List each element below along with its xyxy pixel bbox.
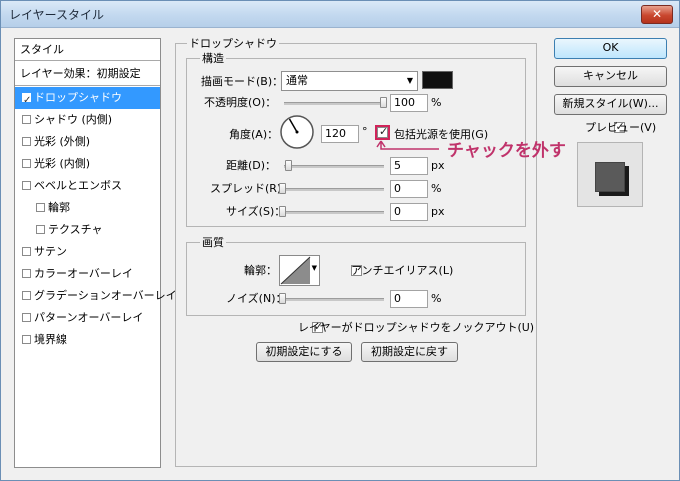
reset-default-button[interactable]: 初期設定に戻す bbox=[361, 342, 458, 362]
size-input[interactable]: 0 bbox=[390, 203, 428, 221]
shadow-color-swatch[interactable] bbox=[422, 71, 453, 89]
style-item-label: サテン bbox=[34, 245, 67, 258]
style-item[interactable]: テクスチャ bbox=[15, 219, 160, 241]
style-item[interactable]: 光彩 (内側) bbox=[15, 153, 160, 175]
style-item[interactable]: ベベルとエンボス bbox=[15, 175, 160, 197]
anti-alias-label[interactable]: アンチエイリアス(L) bbox=[351, 264, 453, 278]
blending-options-item[interactable]: レイヤー効果：初期設定 bbox=[15, 62, 160, 86]
opacity-input[interactable]: 100 bbox=[390, 94, 428, 112]
style-item-label: テクスチャ bbox=[48, 223, 103, 236]
make-default-button[interactable]: 初期設定にする bbox=[256, 342, 352, 362]
noise-unit: % bbox=[431, 292, 442, 305]
ok-button[interactable]: OK bbox=[554, 38, 667, 59]
noise-label: ノイズ(N)： bbox=[226, 292, 287, 305]
layer-style-dialog: レイヤースタイル ✕ スタイル レイヤー効果：初期設定 ドロップシャドウシャドウ… bbox=[0, 0, 680, 481]
spread-unit: % bbox=[431, 182, 442, 195]
preview-swatch bbox=[595, 162, 625, 192]
noise-slider[interactable] bbox=[279, 293, 384, 304]
quality-title: 画質 bbox=[200, 236, 226, 249]
style-item-label: パターンオーバーレイ bbox=[34, 311, 144, 324]
noise-slider-thumb[interactable] bbox=[279, 293, 286, 304]
style-item-checkbox[interactable] bbox=[22, 115, 31, 124]
style-item-checkbox[interactable] bbox=[22, 90, 31, 112]
angle-label: 角度(A)： bbox=[229, 128, 279, 141]
style-item[interactable]: グラデーションオーバーレイ bbox=[15, 285, 177, 307]
style-item-label: 光彩 (外側) bbox=[34, 135, 91, 148]
angle-unit: ° bbox=[362, 125, 368, 138]
cancel-button[interactable]: キャンセル bbox=[554, 66, 667, 87]
distance-input[interactable]: 5 bbox=[390, 157, 428, 175]
style-item-label: 境界線 bbox=[34, 333, 67, 346]
opacity-slider-thumb[interactable] bbox=[380, 97, 387, 108]
style-item[interactable]: 光彩 (外側) bbox=[15, 131, 160, 153]
style-item-checkbox[interactable] bbox=[22, 291, 31, 300]
style-item-label: 光彩 (内側) bbox=[34, 157, 91, 170]
distance-label: 距離(D)： bbox=[226, 159, 277, 172]
drop-shadow-group-title: ドロップシャドウ bbox=[187, 37, 279, 50]
spread-slider-thumb[interactable] bbox=[279, 183, 286, 194]
title-bar: レイヤースタイル ✕ bbox=[1, 1, 679, 28]
distance-unit: px bbox=[431, 159, 445, 172]
style-item-checkbox[interactable] bbox=[22, 313, 31, 322]
style-list-header[interactable]: スタイル bbox=[15, 39, 160, 61]
style-item-checkbox[interactable] bbox=[36, 225, 45, 234]
style-preview bbox=[577, 142, 643, 207]
style-item-checkbox[interactable] bbox=[22, 159, 31, 168]
size-unit: px bbox=[431, 205, 445, 218]
style-item-checkbox[interactable] bbox=[22, 137, 31, 146]
style-item-label: カラーオーバーレイ bbox=[34, 267, 133, 280]
contour-label: 輪郭： bbox=[244, 264, 277, 277]
style-item[interactable]: パターンオーバーレイ bbox=[15, 307, 160, 329]
angle-input[interactable]: 120 bbox=[321, 125, 359, 143]
style-item-checkbox[interactable] bbox=[22, 335, 31, 344]
contour-picker[interactable]: ▼ bbox=[279, 255, 320, 286]
style-item-checkbox[interactable] bbox=[22, 247, 31, 256]
style-item[interactable]: ドロップシャドウ bbox=[15, 87, 160, 112]
style-item-label: ベベルとエンボス bbox=[34, 179, 122, 192]
contour-curve-icon bbox=[280, 256, 311, 285]
spread-input[interactable]: 0 bbox=[390, 180, 428, 198]
knockout-label[interactable]: レイヤーがドロップシャドウをノックアウト(U) bbox=[298, 321, 534, 335]
blend-mode-select[interactable]: 通常 ▼ bbox=[281, 71, 418, 91]
angle-dial[interactable] bbox=[279, 114, 315, 150]
style-item[interactable]: 境界線 bbox=[15, 329, 160, 351]
blend-mode-label: 描画モード(B)： bbox=[201, 75, 284, 88]
global-light-checkbox[interactable] bbox=[377, 125, 388, 138]
opacity-unit: % bbox=[431, 96, 442, 109]
style-item-label: ドロップシャドウ bbox=[34, 91, 122, 104]
annotation-text: チャックを外す bbox=[447, 141, 566, 161]
style-item-checkbox[interactable] bbox=[22, 269, 31, 278]
distance-slider[interactable] bbox=[284, 160, 384, 171]
style-item-label: 輪郭 bbox=[48, 201, 70, 214]
contour-dropdown-icon[interactable]: ▼ bbox=[312, 264, 317, 272]
preview-label[interactable]: プレビュー(V) bbox=[585, 121, 656, 135]
size-slider[interactable] bbox=[279, 206, 384, 217]
style-item[interactable]: サテン bbox=[15, 241, 160, 263]
noise-input[interactable]: 0 bbox=[390, 290, 428, 308]
annotation-arrow bbox=[376, 140, 439, 150]
structure-title: 構造 bbox=[200, 52, 226, 65]
window-title: レイヤースタイル bbox=[9, 8, 105, 22]
spread-slider[interactable] bbox=[279, 183, 384, 194]
style-item[interactable]: 輪郭 bbox=[15, 197, 160, 219]
new-style-button[interactable]: 新規スタイル(W)... bbox=[554, 94, 667, 115]
opacity-slider[interactable] bbox=[284, 97, 387, 108]
style-item[interactable]: シャドウ (内側) bbox=[15, 109, 160, 131]
distance-slider-thumb[interactable] bbox=[285, 160, 292, 171]
opacity-label: 不透明度(O)： bbox=[204, 96, 277, 109]
style-item[interactable]: カラーオーバーレイ bbox=[15, 263, 160, 285]
style-item-checkbox[interactable] bbox=[36, 203, 45, 212]
style-item-label: グラデーションオーバーレイ bbox=[34, 289, 177, 302]
chevron-down-icon: ▼ bbox=[406, 76, 413, 85]
size-slider-thumb[interactable] bbox=[279, 206, 286, 217]
style-item-checkbox[interactable] bbox=[22, 181, 31, 190]
blend-mode-value: 通常 bbox=[286, 74, 308, 87]
style-item-label: シャドウ (内側) bbox=[34, 113, 113, 126]
size-label: サイズ(S)： bbox=[226, 205, 286, 218]
close-button[interactable]: ✕ bbox=[641, 5, 673, 24]
style-list: スタイル レイヤー効果：初期設定 ドロップシャドウシャドウ (内側) 光彩 (外側… bbox=[14, 38, 177, 468]
angle-dial-icon bbox=[280, 115, 314, 149]
